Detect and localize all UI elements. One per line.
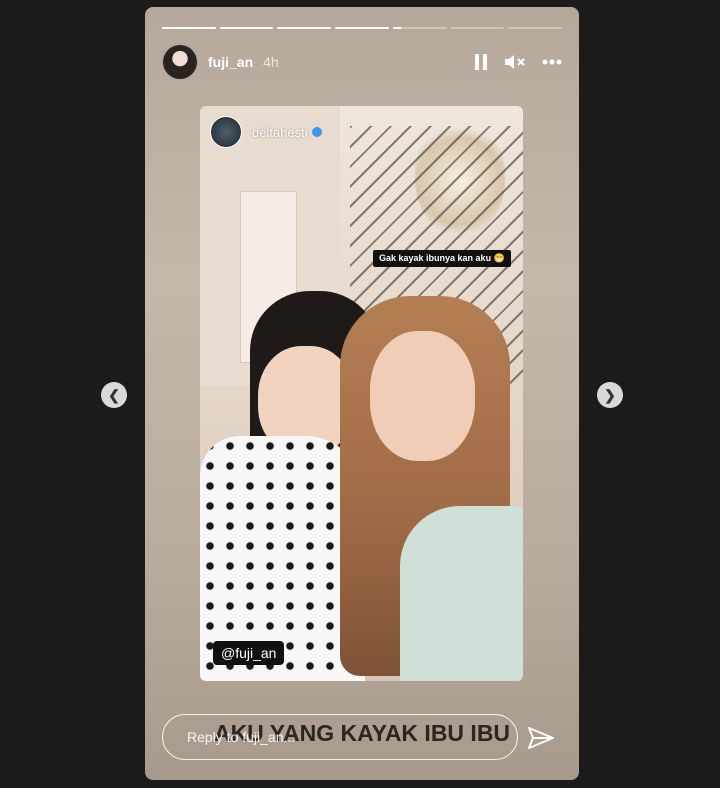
progress-fill xyxy=(219,27,274,29)
story-header: fuji_an 4h xyxy=(162,44,562,80)
progress-fill xyxy=(277,27,332,29)
chevron-right-icon: ❯ xyxy=(604,386,616,403)
mention-sticker[interactable]: @fuji_an xyxy=(213,641,285,665)
progress-segment xyxy=(219,27,274,29)
send-icon[interactable] xyxy=(525,722,557,754)
person-right xyxy=(340,296,523,681)
next-story-button[interactable]: ❯ xyxy=(597,382,623,408)
reply-input[interactable] xyxy=(185,728,489,746)
progress-fill xyxy=(392,27,401,29)
reposted-story-photo: deltahesti Gak kayak ibunya kan aku 😁 @f… xyxy=(200,106,523,681)
story-viewer[interactable]: fuji_an 4h deltahesti Gak kayak ibunya k… xyxy=(145,7,579,780)
story-username[interactable]: fuji_an xyxy=(208,54,253,70)
story-progress-bar xyxy=(162,27,563,29)
progress-segment xyxy=(508,27,563,29)
repost-attribution[interactable]: deltahesti xyxy=(210,116,322,148)
story-timestamp: 4h xyxy=(263,54,279,70)
progress-fill xyxy=(335,27,389,29)
repost-username[interactable]: deltahesti xyxy=(252,125,308,140)
more-icon[interactable] xyxy=(542,59,562,65)
chevron-left-icon: ❮ xyxy=(108,386,120,403)
progress-segment xyxy=(450,27,505,29)
progress-segment xyxy=(162,27,216,29)
repost-avatar xyxy=(210,116,242,148)
mute-icon[interactable] xyxy=(504,53,526,71)
progress-segment xyxy=(277,27,332,29)
avatar[interactable] xyxy=(162,44,198,80)
progress-segment xyxy=(335,27,389,29)
progress-fill xyxy=(162,27,216,29)
caption-sticker: Gak kayak ibunya kan aku 😁 xyxy=(373,250,511,267)
prev-story-button[interactable]: ❮ xyxy=(101,382,127,408)
pause-icon[interactable] xyxy=(474,54,488,70)
reply-box[interactable] xyxy=(162,714,518,760)
verified-icon xyxy=(311,127,322,137)
progress-segment xyxy=(392,27,447,29)
